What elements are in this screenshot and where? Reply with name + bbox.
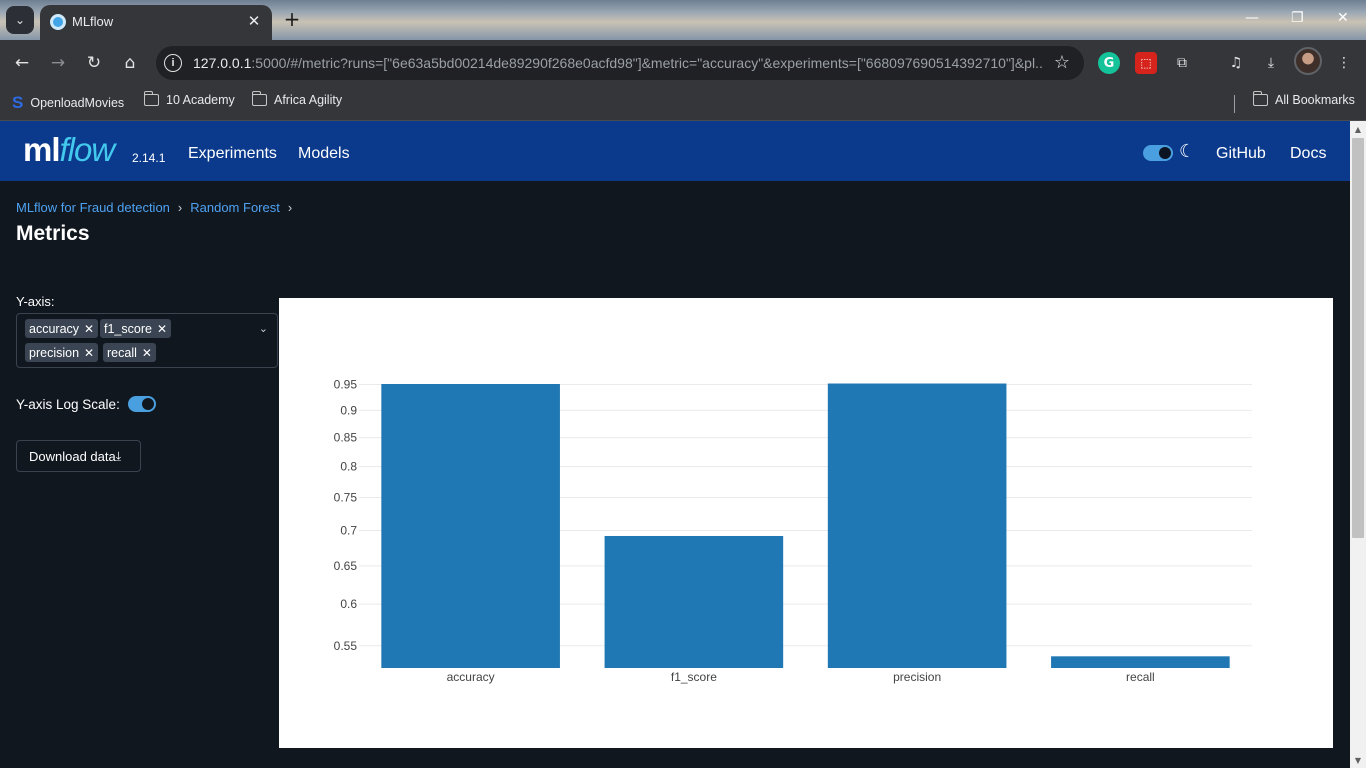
tag-label: recall	[107, 345, 137, 360]
reload-icon[interactable]: ↻	[82, 51, 106, 75]
downloads-icon[interactable]: ⤓	[1260, 52, 1282, 74]
mlflow-logo[interactable]: mlflow	[23, 131, 115, 169]
minimize-icon[interactable]: —	[1245, 10, 1259, 26]
all-bookmarks-label: All Bookmarks	[1275, 93, 1355, 107]
x-tick-label: f1_score	[671, 670, 717, 684]
remove-tag-icon[interactable]: ✕	[84, 322, 94, 336]
github-link[interactable]: GitHub	[1216, 145, 1266, 163]
profile-avatar[interactable]	[1294, 47, 1322, 75]
folder-icon	[143, 91, 159, 106]
metric-chart: 0.55 0.6 0.65 0.7 0.75 0.8 0.85 0.9 0.95 accuracy…	[279, 298, 1333, 748]
home-icon[interactable]: ⌂	[118, 51, 142, 75]
tab-search-button[interactable]: ⌄	[6, 6, 34, 34]
breadcrumb: MLflow for Fraud detection › Random Fore…	[16, 200, 292, 215]
y-tick-label: 0.75	[334, 491, 358, 505]
bookmark-africa-agility[interactable]: Africa Agility	[251, 91, 343, 107]
bar-chart-svg: 0.55 0.6 0.65 0.7 0.75 0.8 0.85 0.9 0.95 accuracy…	[334, 378, 1252, 684]
all-bookmarks[interactable]: All Bookmarks	[1252, 91, 1355, 107]
y-tick-label: 0.65	[334, 559, 358, 573]
metric-tag-precision: precision ✕	[25, 343, 99, 362]
y-axis-label: Y-axis:	[16, 294, 55, 309]
chevron-down-icon[interactable]: ⌄	[259, 322, 268, 335]
dark-mode-toggle[interactable]	[1143, 145, 1173, 161]
back-arrow-icon[interactable]: ←	[10, 51, 34, 75]
browser-toolbar: ← → ↻ ⌂ i 127.0.0.1:5000/#/metric?runs=[…	[0, 40, 1366, 85]
breadcrumb-experiment[interactable]: MLflow for Fraud detection	[16, 200, 170, 215]
bookmark-label: Africa Agility	[274, 93, 343, 107]
browser-menu-icon[interactable]: ⋮	[1333, 52, 1355, 74]
tag-label: precision	[29, 345, 80, 360]
bookmark-star-icon[interactable]: ☆	[1054, 52, 1070, 73]
grammarly-extension-icon[interactable]: G	[1098, 52, 1120, 74]
remove-tag-icon[interactable]: ✕	[142, 346, 152, 360]
browser-tab[interactable]: MLflow ✕	[40, 5, 272, 40]
remove-tag-icon[interactable]: ✕	[84, 346, 94, 360]
metric-tag-f1-score: f1_score ✕	[100, 319, 172, 338]
x-tick-label: precision	[893, 670, 941, 684]
x-tick-label: accuracy	[447, 670, 495, 684]
tag-label: f1_score	[104, 321, 152, 336]
remove-tag-icon[interactable]: ✕	[157, 322, 167, 336]
nav-experiments[interactable]: Experiments	[188, 145, 277, 163]
bar-accuracy[interactable]	[381, 384, 560, 668]
log-scale-label: Y-axis Log Scale:	[16, 397, 120, 412]
download-icon: ⤓	[115, 448, 122, 463]
y-tick-label: 0.9	[340, 403, 357, 417]
new-tab-button[interactable]: +	[282, 7, 302, 31]
bar-recall[interactable]	[1051, 656, 1230, 668]
download-data-button[interactable]: Download data ⤓	[16, 440, 141, 472]
bar-f1-score[interactable]	[604, 535, 784, 668]
media-controls-icon[interactable]: ♫	[1225, 52, 1247, 74]
bookmarks-bar: S OpenloadMovies 10 Academy Africa Agili…	[0, 85, 1366, 121]
y-tick-label: 0.6	[340, 597, 357, 611]
metric-tag-recall: recall ✕	[103, 343, 156, 362]
scroll-thumb[interactable]	[1352, 138, 1364, 538]
scroll-up-icon[interactable]: ▲	[1350, 121, 1366, 137]
page-title: Metrics	[16, 222, 90, 245]
y-tick-label: 0.7	[340, 523, 357, 537]
x-tick-label: recall	[1126, 670, 1155, 684]
mlflow-favicon-icon	[50, 14, 66, 30]
site-info-icon[interactable]: i	[164, 54, 182, 72]
adobe-pdf-extension-icon[interactable]: ⬚	[1135, 52, 1157, 74]
y-tick-label: 0.95	[334, 378, 358, 392]
breadcrumb-chevron-icon: ›	[177, 200, 183, 215]
page-scrollbar[interactable]: ▲ ▼	[1350, 121, 1366, 768]
forward-arrow-icon[interactable]: →	[46, 51, 70, 75]
close-window-icon[interactable]: ✕	[1337, 10, 1349, 26]
tab-close-icon[interactable]: ✕	[244, 11, 264, 31]
breadcrumb-chevron-icon: ›	[287, 200, 293, 215]
extensions-puzzle-icon[interactable]: ⧉	[1171, 52, 1193, 74]
browser-tab-bar: ⌄ MLflow ✕ + — ❐ ✕	[0, 0, 1366, 40]
bar-precision[interactable]	[827, 383, 1007, 668]
folder-icon	[1252, 91, 1268, 106]
tab-title: MLflow	[72, 14, 114, 29]
bookmark-label: OpenloadMovies	[30, 96, 125, 110]
tag-label: accuracy	[29, 321, 80, 336]
mlflow-header: mlflow 2.14.1 Experiments Models ☾ GitHu…	[0, 121, 1350, 181]
restore-icon[interactable]: ❐	[1291, 10, 1304, 26]
bookmark-10-academy[interactable]: 10 Academy	[143, 91, 235, 107]
y-tick-label: 0.8	[340, 460, 357, 474]
y-tick-label: 0.55	[334, 639, 358, 653]
metric-multiselect[interactable]: accuracy ✕ f1_score ✕ precision ✕ recall…	[16, 313, 278, 368]
bookmark-openloadmovies[interactable]: S OpenloadMovies	[12, 93, 124, 113]
docs-link[interactable]: Docs	[1290, 145, 1326, 163]
url-text[interactable]: 127.0.0.1:5000/#/metric?runs=["6e63a5bd0…	[193, 55, 1043, 71]
address-bar[interactable]: i 127.0.0.1:5000/#/metric?runs=["6e63a5b…	[156, 46, 1084, 80]
log-scale-toggle[interactable]	[128, 396, 156, 412]
scroll-down-icon[interactable]: ▼	[1350, 752, 1366, 768]
y-tick-label: 0.85	[334, 431, 358, 445]
moon-icon: ☾	[1179, 141, 1196, 162]
download-label: Download data	[29, 448, 116, 464]
nav-models[interactable]: Models	[298, 145, 350, 163]
openload-logo-icon: S	[12, 93, 24, 112]
version-label: 2.14.1	[132, 151, 166, 165]
metric-tag-accuracy: accuracy ✕	[25, 319, 99, 338]
folder-icon	[251, 91, 267, 106]
bookmark-label: 10 Academy	[166, 93, 235, 107]
breadcrumb-run[interactable]: Random Forest	[190, 200, 280, 215]
bookmark-separator	[1234, 95, 1235, 113]
